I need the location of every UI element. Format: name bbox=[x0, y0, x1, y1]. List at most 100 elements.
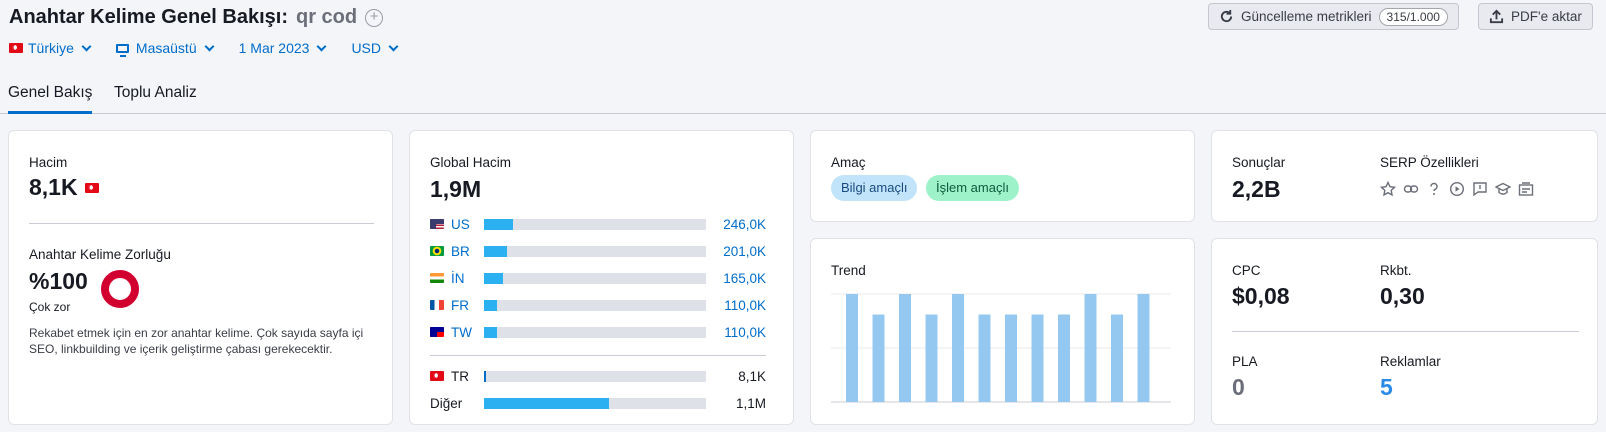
country-code: TR bbox=[451, 368, 469, 384]
global-volume-card: Global Hacim 1,9M US 246,0K BR 201,0K İN 165,… bbox=[409, 130, 794, 425]
country-flag-icon bbox=[430, 327, 444, 337]
trend-bar[interactable] bbox=[1005, 314, 1017, 402]
intent-card: Amaç Bilgi amaçlı İşlem amaçlı bbox=[810, 130, 1195, 222]
education-icon[interactable] bbox=[1495, 181, 1511, 197]
volume-bar-fill bbox=[484, 370, 487, 382]
tab-bar: Genel Bakış Toplu Analiz bbox=[0, 82, 1606, 114]
date-filter[interactable]: 1 Mar 2023 bbox=[238, 40, 327, 56]
kd-ring-icon bbox=[101, 270, 139, 308]
video-icon[interactable] bbox=[1449, 181, 1465, 197]
volume-bar bbox=[484, 218, 706, 230]
volume-bar-fill bbox=[484, 326, 497, 338]
country-value[interactable]: 246,0K bbox=[723, 217, 766, 232]
intent-tag-transactional: İşlem amaçlı bbox=[926, 175, 1019, 201]
country-value: 8,1K bbox=[738, 368, 766, 384]
currency-filter[interactable]: USD bbox=[351, 40, 399, 56]
review-icon[interactable] bbox=[1472, 181, 1488, 197]
volume-row: 8,1K bbox=[29, 174, 99, 201]
desktop-icon bbox=[115, 43, 129, 57]
keyword-text: qr cod bbox=[295, 6, 358, 28]
volume-bar-fill bbox=[484, 218, 513, 230]
chevron-down-icon bbox=[204, 41, 215, 51]
country-filter[interactable]: Türkiye bbox=[9, 40, 92, 56]
trend-bar[interactable] bbox=[1084, 294, 1097, 402]
country-value[interactable]: 165,0K bbox=[723, 271, 766, 286]
intent-tag-informational: Bilgi amaçlı bbox=[831, 175, 918, 201]
chevron-down-icon bbox=[81, 41, 92, 51]
kd-level: Çok zor bbox=[29, 300, 71, 314]
turkey-flag-icon bbox=[84, 182, 99, 193]
volume-value: 8,1K bbox=[29, 174, 78, 200]
volume-kd-card: Hacim 8,1K Anahtar Kelime Zorluğu %100 Ç… bbox=[8, 130, 393, 425]
country-code[interactable]: TW bbox=[451, 325, 485, 340]
volume-bar-fill bbox=[484, 245, 508, 257]
trend-bar[interactable] bbox=[1058, 314, 1070, 402]
country-flag-icon bbox=[430, 300, 444, 310]
kd-description: Rekabet etmek için en zor anahtar kelime… bbox=[29, 326, 364, 356]
country-row: US 246,0K bbox=[430, 215, 766, 233]
upload-icon bbox=[1489, 9, 1504, 24]
divider bbox=[430, 355, 766, 356]
question-icon[interactable] bbox=[1426, 181, 1442, 197]
country-value[interactable]: 110,0K bbox=[724, 325, 766, 340]
trend-bar[interactable] bbox=[1111, 314, 1123, 402]
volume-bar bbox=[484, 299, 706, 311]
link-icon[interactable] bbox=[1403, 181, 1419, 197]
chevron-down-icon bbox=[316, 41, 327, 51]
trend-bar[interactable] bbox=[872, 314, 885, 402]
trend-bar[interactable] bbox=[978, 314, 991, 402]
tab-bulk-analysis[interactable]: Toplu Analiz bbox=[114, 84, 197, 102]
trend-bar[interactable] bbox=[846, 294, 858, 402]
trend-bar[interactable] bbox=[1137, 294, 1150, 402]
global-volume-value: 1,9M bbox=[430, 176, 482, 202]
metrics-card: CPC $0,08 Rkbt. 0,30 PLA 0 Reklamlar 5 bbox=[1211, 238, 1598, 425]
page-title-text: Anahtar Kelime Genel Bakışı: bbox=[9, 6, 288, 28]
add-keyword-icon[interactable]: + bbox=[365, 8, 384, 27]
ads-value[interactable]: 5 bbox=[1380, 374, 1393, 401]
country-code[interactable]: FR bbox=[451, 298, 485, 313]
trend-chart bbox=[831, 293, 1171, 403]
country-row: FR 110,0K bbox=[430, 296, 766, 314]
ads-label: Reklamlar bbox=[1380, 354, 1441, 369]
global-volume-label: Global Hacim bbox=[430, 155, 512, 170]
news-icon[interactable] bbox=[1518, 181, 1534, 197]
chevron-down-icon bbox=[388, 41, 399, 51]
country-code[interactable]: US bbox=[451, 217, 485, 232]
update-metrics-button[interactable]: Güncelleme metrikleri 315/1.000 bbox=[1208, 3, 1459, 30]
country-code[interactable]: BR bbox=[451, 244, 485, 259]
export-pdf-button[interactable]: PDF'e aktar bbox=[1478, 3, 1593, 30]
country-row: İN 165,0K bbox=[430, 269, 766, 287]
trend-bar[interactable] bbox=[899, 294, 911, 402]
cpc-value: $0,08 bbox=[1232, 283, 1290, 309]
trend-bar[interactable] bbox=[925, 314, 938, 402]
refresh-icon bbox=[1220, 9, 1233, 23]
competition-value: 0,30 bbox=[1380, 283, 1425, 309]
country-value[interactable]: 201,0K bbox=[723, 244, 766, 259]
star-icon[interactable] bbox=[1380, 181, 1396, 197]
country-row-local: TR 8,1K bbox=[430, 367, 766, 385]
date-filter-label: 1 Mar 2023 bbox=[238, 40, 310, 56]
device-filter[interactable]: Masaüstü bbox=[115, 40, 215, 57]
trend-bar[interactable] bbox=[952, 294, 964, 402]
country-value[interactable]: 110,0K bbox=[724, 298, 766, 313]
results-label: Sonuçlar bbox=[1232, 155, 1286, 170]
serp-features-label: SERP Özellikleri bbox=[1380, 155, 1479, 170]
other-value: 1,1M bbox=[735, 395, 766, 411]
volume-bar bbox=[484, 370, 706, 382]
tab-overview[interactable]: Genel Bakış bbox=[8, 84, 93, 114]
pla-value[interactable]: 0 bbox=[1232, 374, 1245, 401]
country-flag-icon bbox=[430, 246, 444, 256]
country-flag-icon bbox=[430, 219, 444, 229]
country-flag-icon bbox=[430, 273, 444, 283]
divider bbox=[1232, 331, 1579, 332]
country-row-other: Diğer 1,1M bbox=[430, 394, 766, 412]
trend-label: Trend bbox=[831, 263, 866, 278]
country-row: BR 201,0K bbox=[430, 242, 766, 260]
filter-bar: Türkiye Masaüstü 1 Mar 2023 USD bbox=[9, 40, 399, 57]
volume-bar bbox=[484, 326, 706, 338]
currency-filter-label: USD bbox=[351, 40, 381, 56]
export-pdf-label: PDF'e aktar bbox=[1511, 9, 1582, 24]
country-code[interactable]: İN bbox=[451, 271, 485, 286]
trend-bar[interactable] bbox=[1031, 314, 1044, 402]
kd-value: %100 bbox=[29, 268, 88, 294]
